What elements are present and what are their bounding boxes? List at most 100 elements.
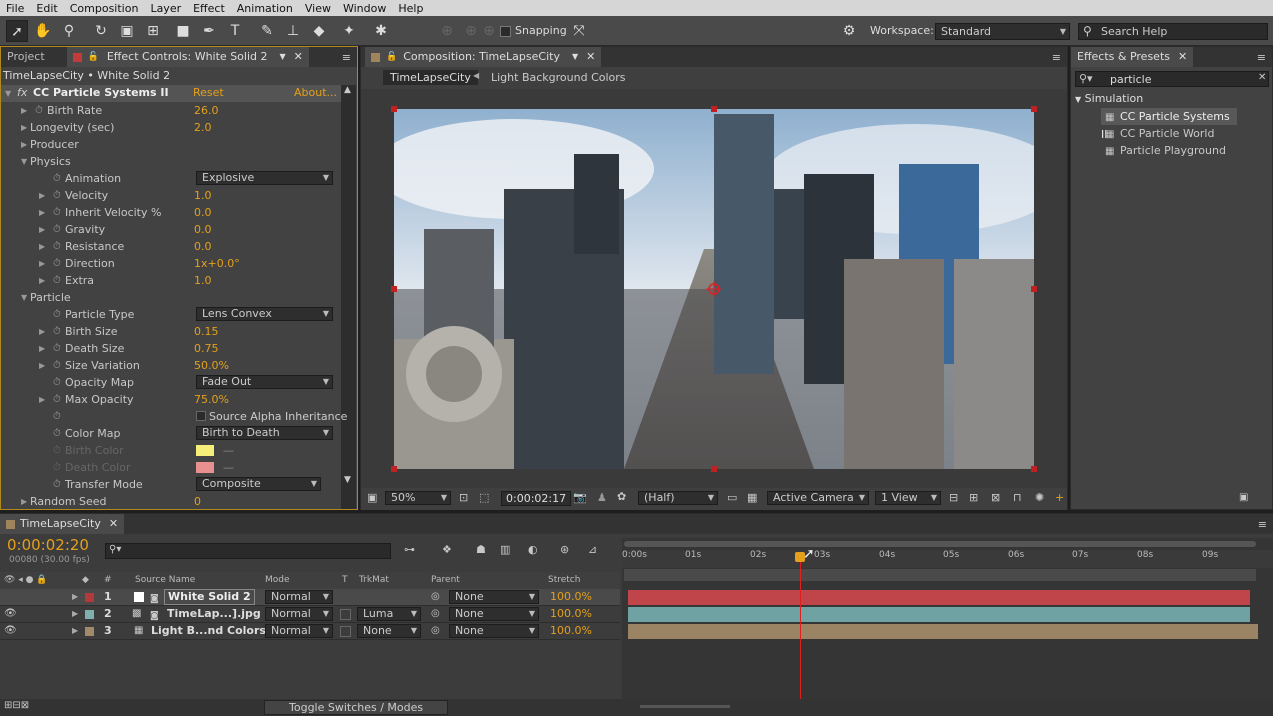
close-tab-icon[interactable]: ✕ (294, 47, 303, 67)
layer-name[interactable]: White Solid 2 (164, 589, 255, 605)
transparency-grid-icon[interactable]: ⬚ (479, 491, 489, 504)
tab-menu-chevron-icon[interactable]: ▼ (572, 47, 578, 67)
pick-whip-icon[interactable]: ◎ (431, 606, 440, 622)
toggle-switches-modes-button[interactable]: Toggle Switches / Modes (264, 700, 449, 715)
checkerboard-icon[interactable]: ▦ (747, 491, 757, 504)
property-random-seed[interactable]: ▶ Random Seed 0 (1, 493, 339, 510)
property-death-size[interactable]: ▶ ⏱ Death Size 0.75 (1, 340, 339, 357)
property-longevity[interactable]: ▶ Longevity (sec) 2.0 (1, 119, 339, 136)
property-gravity[interactable]: ▶ ⏱ Gravity 0.0 (1, 221, 339, 238)
source-alpha-checkbox[interactable] (196, 411, 206, 421)
menu-window[interactable]: Window (337, 2, 392, 15)
layer-bar-1[interactable] (628, 590, 1250, 605)
timeline-graph-area[interactable]: 0:00s 01s 02s 03s 04s 05s 06s 07s 08s 09… (622, 538, 1273, 708)
layer-bar-2[interactable] (628, 607, 1250, 622)
flowchart-icon[interactable]: ⊓ (1013, 491, 1022, 504)
timeline-panel-icon[interactable]: ⊞ (969, 491, 978, 504)
pan-behind-tool-icon[interactable]: ⊞ (142, 20, 164, 42)
time-navigator[interactable] (624, 541, 1256, 547)
layer-parent-dropdown[interactable]: None (449, 624, 539, 638)
layer-parent-dropdown[interactable]: None (449, 607, 539, 621)
current-time-display[interactable]: 0:00:02:17 (501, 491, 572, 506)
effect-item-cc-particle-systems[interactable]: ▦ CC Particle Systems II (1101, 108, 1237, 141)
puppet-pin-tool-icon[interactable]: ✱ (370, 20, 392, 42)
expand-triangle-icon[interactable]: ▼ (1075, 95, 1081, 104)
bounding-handle[interactable] (1031, 286, 1037, 292)
close-tab-icon[interactable]: ✕ (1178, 47, 1187, 67)
menu-layer[interactable]: Layer (144, 2, 187, 15)
layer-label-color[interactable] (85, 627, 94, 636)
bounding-handle[interactable] (391, 286, 397, 292)
bounding-handle[interactable] (391, 466, 397, 472)
clone-stamp-tool-icon[interactable]: ⊥ (282, 20, 304, 42)
time-ruler[interactable]: 0:00s 01s 02s 03s 04s 05s 06s 07s 08s 09… (622, 550, 1273, 568)
layer-row-1[interactable]: ▶ 1 ◙ White Solid 2 Normal ◎ None 100.0% (0, 589, 620, 606)
layer-stretch-value[interactable]: 100.0% (550, 589, 592, 605)
rotate-tool-icon[interactable]: ↻ (90, 20, 112, 42)
exposure-add-icon[interactable]: + (1055, 491, 1064, 504)
layer-trkmat-dropdown[interactable]: Luma (357, 607, 421, 621)
panel-menu-icon[interactable]: ≡ (1052, 51, 1061, 64)
preserve-transparency-checkbox[interactable] (340, 626, 351, 637)
layer-stretch-value[interactable]: 100.0% (550, 623, 592, 639)
hide-shy-layers-icon[interactable]: ☗ (476, 543, 486, 556)
eraser-tool-icon[interactable]: ◆ (308, 20, 330, 42)
color-map-dropdown[interactable]: Birth to Death (196, 426, 333, 440)
snap-options-icon[interactable]: ⤧ (568, 20, 590, 42)
pick-whip-icon[interactable]: ◎ (431, 623, 440, 639)
bounding-handle[interactable] (711, 466, 717, 472)
birth-rate-value[interactable]: 26.0 (194, 102, 219, 119)
category-simulation[interactable]: ▼ Simulation (1075, 92, 1143, 105)
layer-row-3[interactable]: 👁 ▶ 3 ▦ Light B...nd Colors Normal None … (0, 623, 620, 640)
longevity-value[interactable]: 2.0 (194, 119, 212, 136)
tab-menu-chevron-icon[interactable]: ▼ (280, 47, 286, 67)
particle-type-dropdown[interactable]: Lens Convex (196, 307, 333, 321)
zoom-tool-icon[interactable]: ⚲ (58, 20, 80, 42)
camera-tool-icon[interactable]: ▣ (116, 20, 138, 42)
channel-rgb-icon[interactable]: ✿ (617, 490, 626, 503)
reset-link[interactable]: Reset (193, 86, 224, 99)
expand-layer-icon[interactable]: ▶ (72, 623, 78, 639)
always-preview-icon[interactable]: ▣ (367, 491, 377, 504)
preserve-transparency-checkbox[interactable] (340, 609, 351, 620)
magnification-dropdown[interactable]: 50% (385, 491, 451, 505)
brainstorm-icon[interactable]: ⊛ (560, 543, 569, 556)
layer-label-color[interactable] (85, 593, 94, 602)
collapse-triangle-icon[interactable]: ▼ (5, 89, 11, 98)
menu-animation[interactable]: Animation (231, 2, 299, 15)
menu-view[interactable]: View (299, 2, 337, 15)
timeline-search-field[interactable]: ⚲▾ (105, 543, 391, 559)
visibility-eye-icon[interactable]: 👁 (4, 623, 17, 639)
layer-row-2[interactable]: 👁 ▶ 2 ▩ ◙ TimeLap...].jpg Normal Luma ◎ … (0, 606, 620, 623)
snapping-checkbox[interactable] (500, 26, 511, 37)
fx-icon[interactable]: fx (17, 86, 27, 99)
pen-tool-icon[interactable]: ✒ (198, 20, 220, 42)
current-time-indicator[interactable] (800, 556, 801, 708)
birth-color-swatch[interactable] (196, 445, 214, 456)
property-max-opacity[interactable]: ▶ ⏱ Max Opacity 75.0% (1, 391, 339, 408)
layer-trkmat-dropdown[interactable]: None (357, 624, 421, 638)
tab-effects-presets[interactable]: Effects & Presets ✕ (1071, 47, 1194, 67)
property-birth-size[interactable]: ▶ ⏱ Birth Size 0.15 (1, 323, 339, 340)
bounding-handle[interactable] (1031, 106, 1037, 112)
property-resistance[interactable]: ▶ ⏱ Resistance 0.0 (1, 238, 339, 255)
header-source-name[interactable]: Source Name (135, 572, 195, 589)
effect-scrollbar[interactable]: ▲ ▼ (341, 85, 356, 509)
lock-icon[interactable]: 🔓 (386, 47, 397, 67)
layer-mode-dropdown[interactable]: Normal (265, 607, 333, 621)
expand-layer-icon[interactable]: ▶ (72, 589, 78, 605)
text-tool-icon[interactable]: T (224, 20, 246, 42)
scroll-up-icon[interactable]: ▲ (344, 85, 351, 95)
reset-exposure-icon[interactable]: ✺ (1035, 491, 1044, 504)
roto-brush-tool-icon[interactable]: ✦ (338, 20, 360, 42)
menu-help[interactable]: Help (392, 2, 429, 15)
property-birth-rate[interactable]: ▶ ⏱ Birth Rate 26.0 (1, 102, 339, 119)
effect-switch-icon[interactable]: ◙ (150, 591, 159, 607)
effect-item-particle-playground[interactable]: ▦ Particle Playground (1101, 142, 1226, 159)
hand-tool-icon[interactable]: ✋ (32, 20, 54, 42)
effect-item-cc-particle-world[interactable]: ▦ CC Particle World (1101, 125, 1214, 142)
workspace-dropdown[interactable]: Standard (935, 23, 1070, 40)
draft-3d-icon[interactable]: ❖ (442, 543, 452, 556)
group-physics[interactable]: ▼ Physics (1, 153, 339, 170)
rectangle-tool-icon[interactable]: ■ (172, 20, 194, 42)
